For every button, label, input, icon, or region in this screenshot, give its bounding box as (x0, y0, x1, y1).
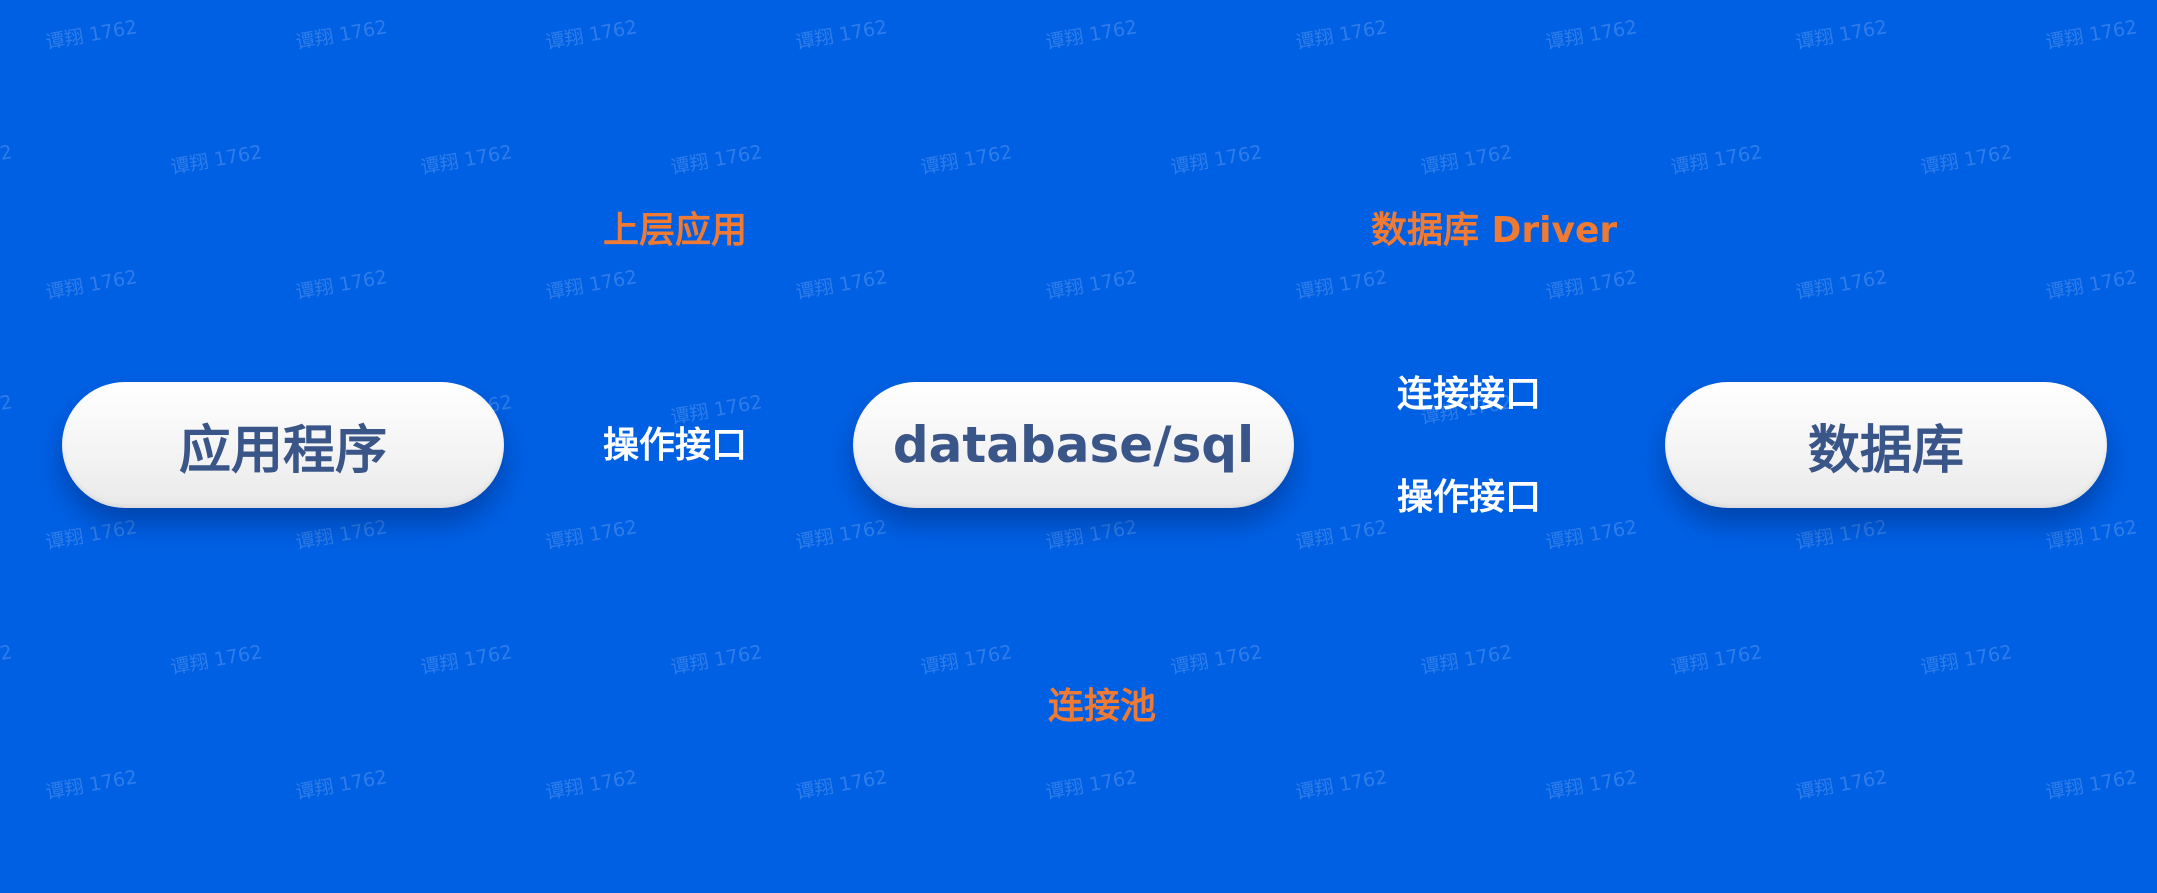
watermark: 谭翔 1762 (1044, 266, 1139, 304)
watermark: 谭翔 1762 (1669, 641, 1764, 679)
watermark: 谭翔 1762 (1919, 141, 2014, 179)
watermark: 谭翔 1762 (669, 641, 764, 679)
watermark: 谭翔 1762 (44, 516, 139, 554)
watermark: 谭翔 1762 (1919, 641, 2014, 679)
watermark: 谭翔 1762 (919, 641, 1014, 679)
watermark: 谭翔 1762 (2044, 16, 2139, 54)
watermark: 谭翔 1762 (169, 141, 264, 179)
watermark: 谭翔 1762 (1668, 887, 1764, 893)
database-sql-node-label: database/sql (892, 416, 1255, 474)
database-node-label: 数据库 (1807, 420, 1964, 481)
watermark: 谭翔 1762 (668, 887, 764, 893)
watermark: 谭翔 1762 (1294, 516, 1389, 554)
conn-interface-right-label: 连接接口 (1397, 374, 1542, 415)
database-sql-node: database/sql (853, 382, 1294, 508)
watermark: 谭翔 1762 (794, 16, 889, 54)
watermark: 谭翔 1762 (544, 266, 639, 304)
app-node-label: 应用程序 (178, 420, 387, 481)
watermark: 谭翔 1762 (1794, 766, 1889, 804)
watermark: 谭翔 1762 (0, 391, 14, 429)
watermark: 谭翔 1762 (919, 141, 1014, 179)
watermark: 谭翔 1762 (1419, 641, 1514, 679)
watermark: 谭翔 1762 (794, 766, 889, 804)
watermark: 谭翔 1762 (1044, 516, 1139, 554)
watermark: 谭翔 1762 (1294, 766, 1389, 804)
op-interface-left-label: 操作接口 (603, 425, 748, 466)
op-interface-right-label: 操作接口 (1397, 477, 1542, 518)
watermark: 谭翔 1762 (544, 516, 639, 554)
watermark: 谭翔 1762 (918, 887, 1014, 893)
watermark: 谭翔 1762 (0, 141, 14, 179)
watermark: 谭翔 1762 (544, 16, 639, 54)
watermark: 谭翔 1762 (1294, 266, 1389, 304)
watermark: 谭翔 1762 (419, 141, 514, 179)
watermark: 谭翔 1762 (1294, 16, 1389, 54)
watermark: 谭翔 1762 (1044, 766, 1139, 804)
watermark: 谭翔 1762 (44, 766, 139, 804)
watermark: 谭翔 1762 (1544, 766, 1639, 804)
watermark: 谭翔 1762 (419, 641, 514, 679)
watermark: 谭翔 1762 (169, 641, 264, 679)
watermark: 谭翔 1762 (1044, 16, 1139, 54)
watermark: 谭翔 1762 (1794, 516, 1889, 554)
watermark: 谭翔 1762 (418, 887, 514, 893)
watermark: 谭翔 1762 (1418, 887, 1514, 893)
watermark: 谭翔 1762 (2044, 266, 2139, 304)
watermark: 谭翔 1762 (1794, 16, 1889, 54)
db-driver-label: 数据库 Driver (1371, 210, 1618, 251)
watermark: 谭翔 1762 (1918, 887, 2014, 893)
watermark: 谭翔 1762 (669, 141, 764, 179)
watermark: 谭翔 1762 (1169, 641, 1264, 679)
watermark: 谭翔 1762 (1544, 16, 1639, 54)
watermark: 谭翔 1762 (1419, 141, 1514, 179)
conn-pool-label: 连接池 (1048, 686, 1157, 727)
watermark: 谭翔 1762 (669, 391, 764, 429)
watermark: 谭翔 1762 (294, 266, 389, 304)
diagram-canvas: 谭翔 1762 谭翔 1762 谭翔 1762 谭翔 1762 谭翔 1762 谭翔 17… (0, 0, 2157, 893)
watermark: 谭翔 1762 (294, 516, 389, 554)
watermark: 谭翔 1762 (1669, 141, 1764, 179)
watermark: 谭翔 1762 (2044, 516, 2139, 554)
watermark: 谭翔 1762 (294, 766, 389, 804)
watermark: 谭翔 1762 (1169, 141, 1264, 179)
app-node: 应用程序 (62, 382, 504, 508)
watermark: 谭翔 1762 (2044, 766, 2139, 804)
watermark: 谭翔 1762 (1544, 516, 1639, 554)
watermark: 谭翔 1762 (1544, 266, 1639, 304)
watermark: 谭翔 1762 (44, 16, 139, 54)
watermark: 谭翔 1762 (168, 887, 264, 893)
watermark: 谭翔 1762 (794, 266, 889, 304)
watermark: 谭翔 1762 (294, 16, 389, 54)
watermark: 谭翔 1762 (794, 516, 889, 554)
watermark: 谭翔 1762 (0, 641, 14, 679)
watermark: 谭翔 1762 (1168, 887, 1264, 893)
watermark: 谭翔 1762 (0, 887, 14, 893)
watermark: 谭翔 1762 (44, 266, 139, 304)
watermark: 谭翔 1762 (1794, 266, 1889, 304)
upper-app-label: 上层应用 (603, 210, 748, 251)
watermark: 谭翔 1762 (544, 766, 639, 804)
database-node: 数据库 (1665, 382, 2107, 508)
